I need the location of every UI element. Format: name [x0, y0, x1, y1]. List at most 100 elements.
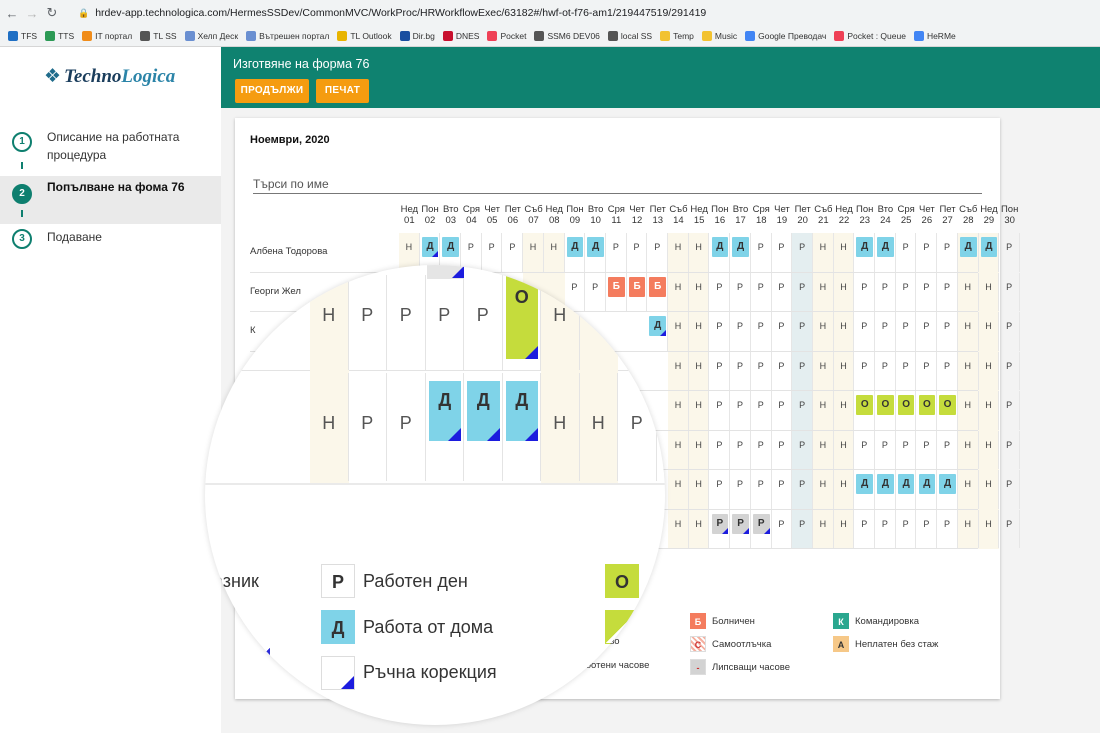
- day-cell[interactable]: Р: [772, 430, 793, 469]
- day-cell[interactable]: Д: [937, 470, 958, 509]
- day-cell[interactable]: Н: [813, 391, 834, 430]
- day-cell[interactable]: Д: [854, 233, 876, 272]
- day-cell[interactable]: Р: [937, 509, 958, 548]
- day-cell[interactable]: Н: [689, 312, 710, 351]
- day-cell[interactable]: Д: [875, 470, 896, 509]
- day-cell[interactable]: Р: [896, 509, 917, 548]
- day-cell[interactable]: Н: [689, 509, 710, 548]
- day-cell[interactable]: Р: [937, 430, 958, 469]
- day-cell[interactable]: Р: [999, 351, 1020, 390]
- day-cell[interactable]: Н: [979, 391, 1000, 430]
- day-cell[interactable]: Р: [751, 430, 772, 469]
- step-fill-form[interactable]: 2 Попълване на фома 76: [0, 176, 221, 224]
- day-cell[interactable]: Р: [854, 272, 876, 311]
- day-cell[interactable]: Р: [917, 233, 938, 272]
- bookmark-item[interactable]: HeRMe: [913, 31, 956, 41]
- day-cell[interactable]: Р: [461, 233, 482, 272]
- day-cell[interactable]: Н: [813, 272, 834, 311]
- day-cell[interactable]: Н: [689, 233, 710, 272]
- day-cell[interactable]: Н: [834, 430, 855, 469]
- day-cell[interactable]: Д: [896, 470, 917, 509]
- day-cell[interactable]: Р: [772, 509, 793, 548]
- day-cell[interactable]: Р: [875, 312, 896, 351]
- day-cell[interactable]: Р: [917, 509, 938, 548]
- day-cell[interactable]: Р: [710, 351, 731, 390]
- day-cell[interactable]: Р: [730, 272, 751, 311]
- bookmark-item[interactable]: Temp: [660, 31, 694, 41]
- day-cell[interactable]: Р: [772, 233, 793, 272]
- day-cell[interactable]: Д: [730, 233, 751, 272]
- day-cell[interactable]: Р: [772, 470, 793, 509]
- day-cell[interactable]: Н: [668, 312, 689, 351]
- bookmark-item[interactable]: Вътрешен портал: [246, 31, 329, 41]
- day-cell[interactable]: Н: [834, 272, 855, 311]
- bookmark-item[interactable]: Хелп Деск: [184, 31, 238, 41]
- day-cell[interactable]: Р: [792, 509, 813, 548]
- day-cell[interactable]: Н: [668, 509, 689, 548]
- day-cell[interactable]: Р: [999, 272, 1020, 311]
- day-cell[interactable]: Н: [958, 430, 979, 469]
- print-button[interactable]: ПЕЧАТ: [316, 79, 369, 103]
- day-cell[interactable]: Н: [668, 430, 689, 469]
- day-cell[interactable]: Н: [668, 272, 689, 311]
- day-cell[interactable]: Р: [627, 233, 648, 272]
- day-cell[interactable]: Р: [792, 391, 813, 430]
- day-cell[interactable]: Р: [937, 233, 958, 272]
- day-cell[interactable]: Н: [813, 312, 834, 351]
- day-cell[interactable]: Д: [875, 233, 896, 272]
- day-cell[interactable]: Н: [979, 351, 1000, 390]
- bookmark-item[interactable]: Dir.bg: [399, 31, 435, 41]
- day-cell[interactable]: Р: [730, 470, 751, 509]
- day-cell[interactable]: Н: [979, 272, 1000, 311]
- url-text[interactable]: hrdev-app.technologica.com/HermesSSDev/C…: [95, 7, 706, 19]
- day-cell[interactable]: Р: [999, 509, 1020, 548]
- day-cell[interactable]: Р: [792, 351, 813, 390]
- day-cell[interactable]: Б: [647, 272, 669, 311]
- day-cell[interactable]: Р: [730, 351, 751, 390]
- day-cell[interactable]: Д: [854, 470, 876, 509]
- day-cell[interactable]: Н: [958, 470, 979, 509]
- day-cell[interactable]: Н: [834, 351, 855, 390]
- day-cell[interactable]: Р: [730, 391, 751, 430]
- day-cell[interactable]: Н: [958, 391, 979, 430]
- day-cell[interactable]: Р: [999, 470, 1020, 509]
- day-cell[interactable]: О: [917, 391, 938, 430]
- day-cell[interactable]: Н: [813, 351, 834, 390]
- day-cell[interactable]: Р: [730, 430, 751, 469]
- day-cell[interactable]: Р: [647, 233, 669, 272]
- day-cell[interactable]: Р: [854, 312, 876, 351]
- bookmark-item[interactable]: TL Outlook: [337, 31, 392, 41]
- day-cell[interactable]: Р: [751, 272, 772, 311]
- day-cell[interactable]: Н: [689, 430, 710, 469]
- day-cell[interactable]: Н: [958, 351, 979, 390]
- day-cell[interactable]: Р: [751, 233, 772, 272]
- back-arrow-icon[interactable]: ←: [4, 6, 20, 21]
- day-cell[interactable]: Р: [917, 312, 938, 351]
- continue-button[interactable]: ПРОДЪЛЖИ: [235, 79, 309, 103]
- day-cell[interactable]: Н: [979, 312, 1000, 351]
- day-cell[interactable]: О: [937, 391, 958, 430]
- day-cell[interactable]: Р: [792, 430, 813, 469]
- bookmark-item[interactable]: Pocket: [487, 31, 526, 41]
- day-cell[interactable]: Р: [772, 391, 793, 430]
- bookmark-item[interactable]: TTS: [45, 31, 74, 41]
- day-cell[interactable]: Р: [792, 312, 813, 351]
- day-cell[interactable]: Н: [813, 233, 834, 272]
- day-cell[interactable]: Р: [917, 272, 938, 311]
- day-cell[interactable]: Р: [710, 509, 731, 548]
- day-cell[interactable]: Р: [937, 351, 958, 390]
- day-cell[interactable]: Р: [751, 509, 772, 548]
- day-cell[interactable]: Р: [772, 312, 793, 351]
- step-submit[interactable]: 3 Подаване: [0, 225, 221, 255]
- bookmark-item[interactable]: Music: [701, 31, 737, 41]
- day-cell[interactable]: Р: [751, 351, 772, 390]
- day-cell[interactable]: Н: [834, 233, 855, 272]
- day-cell[interactable]: Р: [792, 233, 813, 272]
- day-cell[interactable]: Р: [917, 351, 938, 390]
- day-cell[interactable]: Р: [875, 509, 896, 548]
- day-cell[interactable]: Р: [937, 312, 958, 351]
- bookmark-item[interactable]: DNES: [442, 31, 479, 41]
- day-cell[interactable]: Н: [958, 312, 979, 351]
- day-cell[interactable]: О: [875, 391, 896, 430]
- day-cell[interactable]: Н: [668, 233, 689, 272]
